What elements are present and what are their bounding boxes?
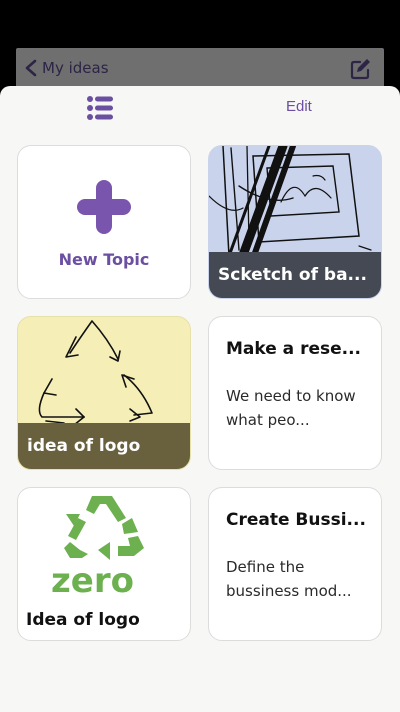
ideas-sheet: Edit New Topic Scketch of ba... idea of … bbox=[0, 86, 400, 712]
new-topic-card[interactable]: New Topic bbox=[17, 145, 191, 299]
new-topic-label: New Topic bbox=[58, 250, 150, 269]
list-icon[interactable] bbox=[86, 95, 114, 121]
card-title-overlay: Scketch of ba... bbox=[209, 252, 381, 298]
card-title: Idea of logo bbox=[26, 610, 140, 630]
topic-card-logo-sketch[interactable]: idea of logo bbox=[17, 316, 191, 470]
card-preview-text: Define the bussiness mod... bbox=[226, 558, 352, 600]
card-title-overlay: idea of logo bbox=[18, 423, 190, 469]
status-bar-area bbox=[0, 0, 400, 48]
topic-card-sketch[interactable]: Scketch of ba... bbox=[208, 145, 382, 299]
topic-card-business[interactable]: Create Bussi... Define the bussiness mod… bbox=[208, 487, 382, 641]
back-button-label[interactable]: My ideas bbox=[42, 59, 109, 77]
card-title: idea of logo bbox=[27, 436, 141, 456]
compose-icon[interactable] bbox=[348, 57, 372, 81]
card-title: Make a rese... bbox=[226, 339, 362, 359]
logo-wordmark: zero bbox=[51, 561, 134, 601]
edit-button[interactable]: Edit bbox=[286, 98, 312, 115]
dimmed-navigation-bar: My ideas bbox=[16, 48, 384, 88]
toolbar: Edit bbox=[0, 86, 400, 130]
topic-card-zero-logo[interactable]: zero Idea of logo bbox=[17, 487, 191, 641]
card-preview-text: We need to know what peo... bbox=[226, 387, 356, 429]
chevron-left-icon[interactable] bbox=[24, 59, 38, 77]
topic-card-research[interactable]: Make a rese... We need to know what peo.… bbox=[208, 316, 382, 470]
plus-icon bbox=[77, 180, 131, 234]
card-title: Create Bussi... bbox=[226, 510, 366, 530]
card-title: Scketch of ba... bbox=[218, 265, 367, 285]
